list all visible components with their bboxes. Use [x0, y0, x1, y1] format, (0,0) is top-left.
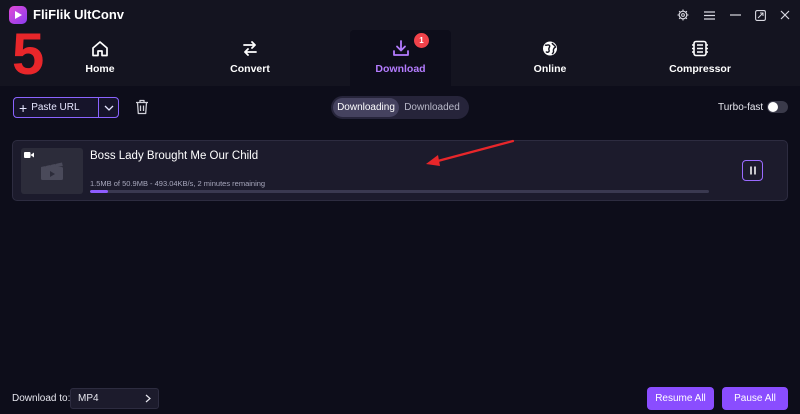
- tab-compressor-label: Compressor: [669, 63, 731, 75]
- delete-button[interactable]: [133, 98, 151, 116]
- globe-icon: [543, 41, 557, 56]
- download-status-segmented-control: Downloading Downloaded: [331, 96, 469, 119]
- tab-convert[interactable]: Convert: [205, 30, 295, 86]
- paste-url-split-button: + Paste URL: [13, 97, 119, 118]
- segment-downloaded[interactable]: Downloaded: [399, 98, 465, 117]
- paste-url-dropdown[interactable]: [99, 98, 118, 117]
- output-format-value: MP4: [78, 393, 99, 404]
- home-icon: [92, 41, 108, 57]
- video-thumbnail: [21, 148, 83, 194]
- step-number-annotation: 5: [12, 22, 45, 87]
- download-title: Boss Lady Brought Me Our Child: [90, 150, 259, 162]
- toggle-knob: [768, 102, 778, 112]
- pause-icon: [749, 166, 756, 175]
- tab-download[interactable]: Download 1: [350, 30, 451, 86]
- plus-icon: +: [19, 99, 28, 116]
- download-list-item: Boss Lady Brought Me Our Child 1.5MB of …: [12, 140, 788, 201]
- pause-button[interactable]: [742, 160, 763, 181]
- compressor-icon: [692, 40, 708, 57]
- chevron-down-icon: [104, 105, 113, 111]
- tab-home-label: Home: [85, 63, 115, 75]
- tab-download-label: Download: [375, 63, 426, 75]
- download-progress-bar: [90, 190, 709, 193]
- pause-all-button[interactable]: Pause All: [722, 387, 788, 410]
- convert-arrows-icon: [243, 41, 257, 56]
- tab-compressor[interactable]: Compressor: [655, 30, 745, 86]
- segment-downloading[interactable]: Downloading: [333, 98, 399, 117]
- minimize-icon[interactable]: [727, 7, 743, 23]
- close-icon[interactable]: [777, 7, 793, 23]
- tab-online[interactable]: Online: [505, 30, 595, 86]
- tab-convert-label: Convert: [230, 63, 270, 75]
- download-to-label: Download to:: [12, 393, 71, 404]
- tab-home[interactable]: Home: [55, 30, 145, 86]
- paste-url-button[interactable]: + Paste URL: [14, 98, 98, 117]
- download-count-badge: 1: [414, 33, 429, 48]
- title-bar: FliFlik UltConv: [0, 0, 800, 30]
- resume-all-button[interactable]: Resume All: [647, 387, 714, 410]
- app-title: FliFlik UltConv: [33, 7, 124, 22]
- video-camera-icon: [24, 152, 34, 158]
- turbo-fast-toggle[interactable]: [767, 101, 788, 113]
- annotation-arrow: [426, 139, 515, 166]
- settings-gear-icon[interactable]: [675, 7, 691, 23]
- download-status-text: 1.5MB of 50.9MB - 493.04KB/s, 2 minutes …: [90, 179, 266, 188]
- output-format-select[interactable]: MP4: [70, 388, 159, 409]
- clapperboard-icon: [41, 161, 63, 180]
- tab-online-label: Online: [533, 63, 567, 75]
- download-progress-fill: [90, 190, 108, 193]
- chevron-right-icon: [145, 394, 151, 403]
- turbo-fast-label: Turbo-fast: [718, 102, 764, 113]
- menu-icon[interactable]: [701, 7, 717, 23]
- paste-url-label: Paste URL: [31, 102, 80, 113]
- download-icon: [392, 40, 409, 56]
- trash-icon: [136, 99, 148, 115]
- maximize-icon[interactable]: [752, 7, 768, 23]
